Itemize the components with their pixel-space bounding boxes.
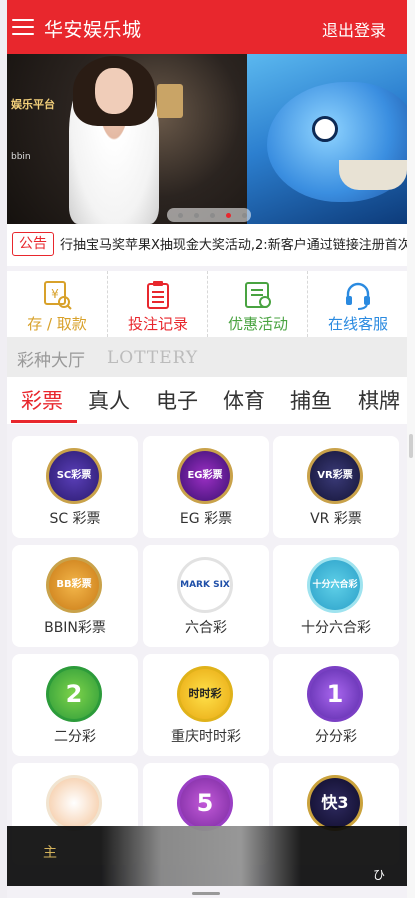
wallet-search-icon: ¥ (44, 281, 72, 310)
vr-lottery-logo-icon: VR彩票 (307, 448, 363, 504)
app-title: 华安娱乐城 (44, 19, 142, 41)
eg-lottery-logo-icon: EG彩票 (177, 448, 233, 504)
customer-service-label: 在线客服 (327, 315, 388, 333)
hamburger-menu-icon[interactable] (12, 19, 34, 36)
fast-k3-logo-icon: 快3 (307, 775, 363, 831)
game-card-label: 六合彩 (185, 620, 227, 636)
bottom-bar-left-text[interactable]: 主 (43, 842, 57, 862)
active-tab-indicator (11, 420, 77, 423)
game-card-label: SC 彩票 (49, 511, 101, 527)
banner-brand-text: 娱乐平台 (11, 98, 55, 111)
sc-lottery-logo-icon: SC彩票 (46, 448, 102, 504)
tab-lottery[interactable]: 彩票 (21, 385, 63, 415)
announcement-bar[interactable]: 公告 行抽宝马奖苹果X抽现金大奖活动,2:新客户通过链接注册首次 (7, 224, 407, 266)
lottery-hall-header: 彩种大厅 LOTTERY (7, 337, 407, 377)
one-min-lottery-logo-icon: 1 (307, 666, 363, 722)
ten-min-mark-six-badge-text: 十分六合彩 (310, 560, 360, 610)
game-card-label: 分分彩 (315, 729, 357, 745)
banner-chip-stack (157, 84, 183, 118)
customer-service-button[interactable]: 在线客服 (307, 271, 407, 337)
game-card-vr[interactable]: VR彩票 VR 彩票 (273, 436, 399, 538)
game-card-label: VR 彩票 (310, 511, 362, 527)
eg-lottery-badge-text: EG彩票 (180, 451, 230, 501)
svg-text:¥: ¥ (51, 287, 59, 301)
banner-dot[interactable] (242, 213, 247, 218)
bottom-float-bar[interactable]: 主 ひ (7, 826, 407, 886)
game-card-label: EG 彩票 (179, 511, 233, 527)
tab-sports[interactable]: 体育 (223, 385, 265, 415)
app-frame: 华安娱乐城 退出登录 娱乐平台 bbin 公告 行抽宝马奖苹果X抽现金大奖活动,… (7, 0, 407, 898)
banner-pagination[interactable] (167, 208, 251, 222)
game-card-one-min[interactable]: 1 分分彩 (273, 654, 399, 756)
vr-lottery-badge-text: VR彩票 (310, 451, 360, 501)
sc-lottery-badge-text: SC彩票 (49, 451, 99, 501)
game-card-sc[interactable]: SC彩票 SC 彩票 (12, 436, 138, 538)
game-card-label: 重庆时时彩 (171, 729, 241, 745)
ten-min-mark-six-logo-icon: 十分六合彩 (307, 557, 363, 613)
banner-logo-text: bbin (11, 152, 31, 162)
banner-fish-eye (312, 116, 338, 142)
banner-fish-mouth (339, 160, 407, 190)
deposit-withdraw-label: 存 / 取款 (27, 315, 87, 333)
two-min-badge-text: 2 (49, 669, 99, 719)
game-card-ten-min-mark-six[interactable]: 十分六合彩 十分六合彩 (273, 545, 399, 647)
cq-ssc-logo-icon: 时时彩 (177, 666, 233, 722)
game-card-label: 十分六合彩 (301, 620, 371, 636)
bbin-lottery-logo-icon: BB彩票 (46, 557, 102, 613)
home-indicator (192, 892, 220, 895)
promotions-button[interactable]: 优惠活动 (207, 271, 307, 337)
headset-icon (346, 282, 370, 310)
bottom-bar-right-icon[interactable]: ひ (373, 866, 385, 883)
tab-slots[interactable]: 电子 (156, 385, 198, 415)
cq-ssc-badge-text: 时时彩 (180, 669, 230, 719)
mark-six-badge-text: MARK SIX (180, 560, 230, 610)
announcement-text[interactable]: 行抽宝马奖苹果X抽现金大奖活动,2:新客户通过链接注册首次 (60, 234, 407, 253)
game-card-mark-six[interactable]: MARK SIX 六合彩 (143, 545, 269, 647)
game-card-bbin[interactable]: BB彩票 BBIN彩票 (12, 545, 138, 647)
dragon-badge-text (49, 778, 99, 828)
game-card-label: BBIN彩票 (44, 620, 106, 636)
promo-banner[interactable]: 娱乐平台 bbin (7, 54, 407, 224)
banner-model-face (95, 68, 133, 114)
dragon-lottery-logo-icon (46, 775, 102, 831)
scrollbar-thumb[interactable] (409, 434, 413, 458)
category-tabs: 彩票 真人 电子 体育 捕鱼 棋牌 (7, 377, 407, 424)
deposit-withdraw-button[interactable]: ¥ 存 / 取款 (7, 271, 107, 337)
bottom-bar-overlay (101, 826, 301, 886)
bbin-lottery-badge-text: BB彩票 (49, 560, 99, 610)
tab-card-games[interactable]: 棋牌 (358, 385, 400, 415)
section-divider (7, 424, 407, 432)
banner-dot-active[interactable] (226, 213, 231, 218)
clipboard-icon (147, 281, 169, 309)
tab-live-casino[interactable]: 真人 (88, 385, 130, 415)
one-min-badge-text: 1 (310, 669, 360, 719)
lottery-hall-title: 彩种大厅 (17, 351, 85, 371)
fast-k3-badge-text: 快3 (310, 778, 360, 828)
lottery-hall-subtitle: LOTTERY (107, 348, 199, 368)
five-min-badge-text: 5 (180, 778, 230, 828)
banner-dot[interactable] (194, 213, 199, 218)
bet-records-button[interactable]: 投注记录 (107, 271, 207, 337)
top-header: 华安娱乐城 退出登录 (7, 0, 407, 54)
game-card-eg[interactable]: EG彩票 EG 彩票 (143, 436, 269, 538)
game-card-two-min[interactable]: 2 二分彩 (12, 654, 138, 756)
quick-actions: ¥ 存 / 取款 投注记录 优惠活动 在线客服 (7, 271, 407, 337)
promo-list-icon (245, 282, 271, 308)
two-min-lottery-logo-icon: 2 (46, 666, 102, 722)
announcement-tag: 公告 (12, 232, 54, 256)
game-card-cq-ssc[interactable]: 时时彩 重庆时时彩 (143, 654, 269, 756)
logout-button[interactable]: 退出登录 (322, 17, 386, 41)
banner-dot[interactable] (178, 213, 183, 218)
banner-dot[interactable] (210, 213, 215, 218)
game-card-label: 二分彩 (54, 729, 96, 745)
five-min-lottery-logo-icon: 5 (177, 775, 233, 831)
tab-fishing[interactable]: 捕鱼 (290, 385, 332, 415)
promotions-label: 优惠活动 (227, 315, 288, 333)
bet-records-label: 投注记录 (127, 315, 188, 333)
mark-six-logo-icon: MARK SIX (177, 557, 233, 613)
